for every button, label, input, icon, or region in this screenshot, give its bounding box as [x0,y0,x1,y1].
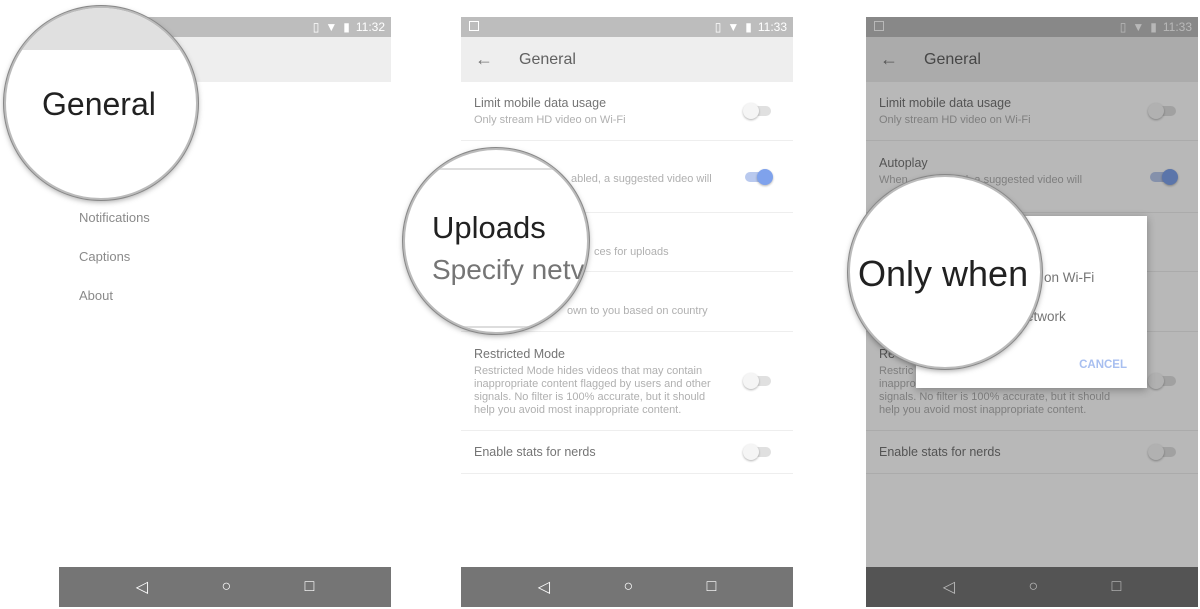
page-title: General [519,50,576,68]
battery-icon: ▮ [745,20,752,34]
recents-square-icon[interactable]: □ [305,578,315,596]
menu-item-notifications[interactable]: Notifications [79,210,150,225]
back-triangle-icon[interactable]: ◁ [538,577,550,597]
wifi-icon: ▼ [325,20,338,34]
setting-limit-mobile-data[interactable]: Limit mobile data usage Only stream HD v… [461,82,793,141]
status-bar: ▯ ▼ ▮ 11:33 [461,17,793,37]
menu-item-captions[interactable]: Captions [79,249,130,264]
nav-bar: ◁ ○ □ [59,567,391,607]
magnifier-general: General [4,6,198,200]
vibrate-icon: ▯ [312,20,320,34]
toggle-switch[interactable] [745,169,773,185]
magnifier-only-when: Only when [848,175,1042,369]
app-bar: ← General [461,37,793,82]
toggle-switch[interactable] [743,103,771,119]
clock: 11:32 [355,20,385,34]
recents-square-icon[interactable]: □ [707,578,717,596]
image-notification-icon [469,21,479,31]
nav-bar: ◁ ○ □ [461,567,793,607]
setting-restricted-mode[interactable]: Restricted Mode Restricted Mode hides vi… [461,332,793,431]
option-only-wifi[interactable]: on Wi-Fi [1044,270,1094,285]
cancel-button[interactable]: CANCEL [1079,359,1127,371]
arrow-left-icon[interactable]: ← [475,49,505,70]
setting-stats-for-nerds[interactable]: Enable stats for nerds [461,431,793,474]
battery-icon: ▮ [343,20,350,34]
wifi-icon: ▼ [727,20,740,34]
menu-item-about[interactable]: About [79,288,113,303]
magnifier-uploads: Uploads Specify netv [403,148,589,334]
setting-uploads-title[interactable]: Uploads [432,210,546,246]
toggle-switch[interactable] [743,444,771,460]
option-only-wifi-magnified[interactable]: Only when [858,253,1028,295]
back-triangle-icon[interactable]: ◁ [136,577,148,597]
toggle-switch[interactable] [743,373,771,389]
vibrate-icon: ▯ [714,20,722,34]
clock: 11:33 [757,20,787,34]
home-circle-icon[interactable]: ○ [623,578,633,596]
home-circle-icon[interactable]: ○ [221,578,231,596]
menu-item-general[interactable]: General [42,86,156,123]
